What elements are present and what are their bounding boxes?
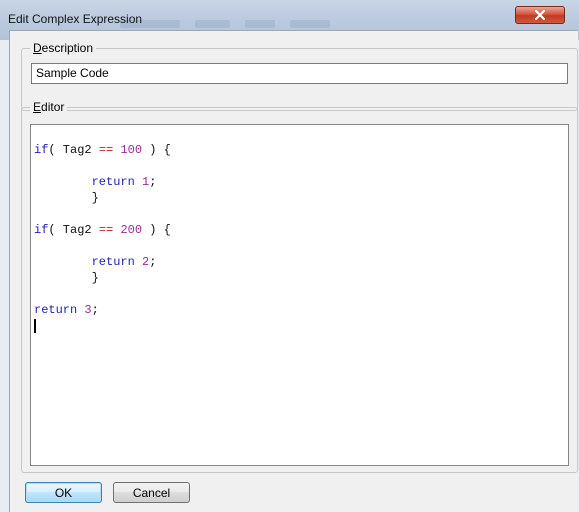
- close-button[interactable]: [515, 6, 565, 24]
- background-tab-ghost: [290, 20, 330, 28]
- code-editor[interactable]: if( Tag2 == 100 ) { return 1; } if( Tag2…: [30, 124, 569, 466]
- dialog-body: Description Sample Code Editor if( Tag2 …: [9, 30, 578, 512]
- code-line: return 1;: [91, 175, 157, 189]
- text-caret: [34, 319, 36, 333]
- close-icon: [534, 10, 546, 20]
- ok-button[interactable]: OK: [25, 482, 102, 503]
- editor-label: Editor: [30, 100, 68, 114]
- code-line: if( Tag2 == 200 ) {: [34, 223, 171, 237]
- description-group: Description Sample Code: [21, 41, 578, 111]
- cancel-button[interactable]: Cancel: [113, 482, 190, 503]
- code-line: }: [34, 271, 99, 285]
- code-line: return 2;: [91, 255, 157, 269]
- background-tab-ghost: [245, 20, 275, 28]
- description-label: Description: [30, 41, 97, 55]
- editor-group: Editor if( Tag2 == 100 ) { return 1; } i…: [21, 100, 578, 473]
- edit-complex-expression-dialog: Edit Complex Expression Description Samp…: [0, 0, 579, 512]
- description-input[interactable]: Sample Code: [31, 63, 568, 84]
- code-line: return 3;: [34, 303, 99, 317]
- background-tab-ghost: [195, 20, 230, 28]
- code-line: }: [34, 191, 99, 205]
- code-line: if( Tag2 == 100 ) {: [34, 143, 171, 157]
- window-title: Edit Complex Expression: [8, 12, 143, 26]
